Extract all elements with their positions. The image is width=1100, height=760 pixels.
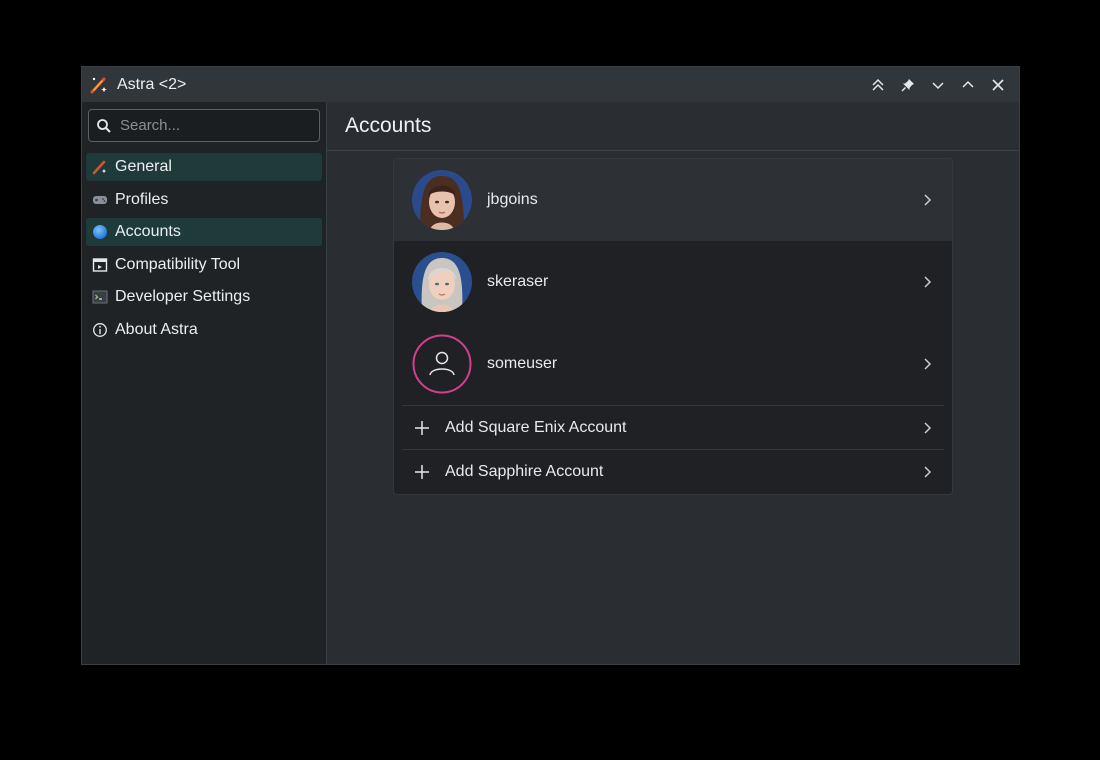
astra-logo-icon: [92, 159, 108, 175]
sidebar-item-accounts[interactable]: Accounts: [86, 218, 322, 246]
avatar: [412, 170, 472, 230]
page-header: Accounts: [327, 102, 1019, 151]
add-sapphire-account-button[interactable]: Add Sapphire Account: [402, 449, 944, 493]
main-content: Accounts jbgoins skeraser someuser Add S…: [327, 102, 1019, 664]
minimize-icon[interactable]: [923, 70, 953, 100]
gamepad-icon: [92, 192, 108, 208]
title-bar[interactable]: Astra <2>: [82, 67, 1019, 103]
sidebar-item-label: Developer Settings: [115, 288, 251, 305]
account-row-skeraser[interactable]: skeraser: [394, 241, 952, 323]
keep-above-icon[interactable]: [863, 70, 893, 100]
avatar: [412, 252, 472, 312]
page-title: Accounts: [345, 114, 432, 137]
account-row-jbgoins[interactable]: jbgoins: [394, 159, 952, 241]
sidebar-item-label: Compatibility Tool: [115, 255, 241, 273]
sidebar-nav: General Profiles Accounts Compatibility …: [86, 153, 322, 348]
window-controls: [863, 67, 1013, 102]
sidebar-item-label: Accounts: [115, 223, 181, 240]
sidebar-item-label: Profiles: [115, 190, 169, 208]
chevron-right-icon: [924, 276, 932, 288]
window-icon: [92, 257, 108, 273]
user-placeholder-icon: [412, 334, 472, 394]
chevron-right-icon: [924, 421, 932, 434]
sidebar-item-compatibility-tool[interactable]: Compatibility Tool: [86, 251, 322, 279]
add-account-label: Add Square Enix Account: [445, 418, 627, 436]
account-username: skeraser: [487, 273, 549, 290]
terminal-icon: [92, 289, 108, 305]
account-username: jbgoins: [487, 191, 538, 208]
search-input[interactable]: [118, 116, 312, 135]
app-window: Astra <2> Search... General Profiles Acc…: [81, 66, 1020, 665]
accounts-list: jbgoins skeraser someuser Add Square Eni…: [393, 158, 953, 495]
close-icon[interactable]: [983, 70, 1013, 100]
sidebar-item-general[interactable]: General: [86, 153, 322, 181]
sidebar-item-label: About Astra: [115, 320, 198, 338]
sidebar-item-about[interactable]: About Astra: [86, 316, 322, 344]
plus-icon: [414, 420, 430, 436]
add-square-enix-account-button[interactable]: Add Square Enix Account: [402, 405, 944, 449]
search-box[interactable]: [88, 109, 320, 142]
astra-logo-icon: [88, 74, 110, 96]
window-title: Astra <2>: [117, 75, 187, 93]
chevron-right-icon: [924, 465, 932, 478]
chevron-right-icon: [924, 194, 932, 206]
search-icon: [96, 118, 112, 134]
add-account-label: Add Sapphire Account: [445, 462, 604, 480]
sidebar-item-label: General: [115, 158, 172, 175]
plus-icon: [414, 464, 430, 480]
account-row-someuser[interactable]: someuser: [394, 323, 952, 405]
sidebar-item-developer-settings[interactable]: Developer Settings: [86, 283, 322, 311]
account-username: someuser: [487, 355, 558, 372]
sidebar-item-profiles[interactable]: Profiles: [86, 186, 322, 214]
chevron-right-icon: [924, 358, 932, 370]
pin-icon[interactable]: [893, 70, 923, 100]
maximize-icon[interactable]: [953, 70, 983, 100]
sidebar: General Profiles Accounts Compatibility …: [82, 102, 327, 664]
globe-icon: [92, 224, 108, 240]
info-icon: [92, 322, 108, 338]
